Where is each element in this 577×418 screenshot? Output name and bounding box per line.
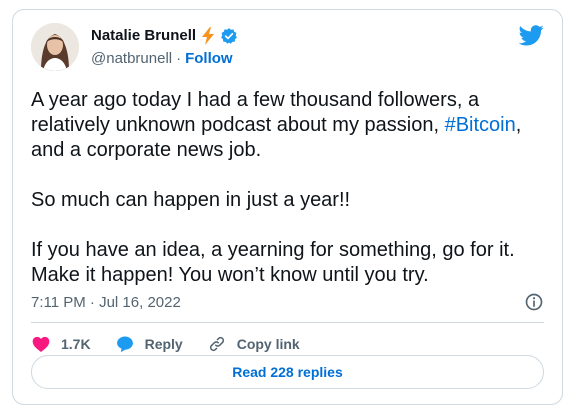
tweet-text: A year ago today I had a few thousand fo… xyxy=(31,88,551,288)
author-handle[interactable]: @natbrunell xyxy=(91,49,172,69)
avatar-image xyxy=(31,23,79,71)
heart-icon xyxy=(32,336,50,352)
reply-bubble-icon xyxy=(116,336,133,353)
reply-button[interactable]: Reply xyxy=(115,334,183,354)
read-replies-button[interactable]: Read 228 replies xyxy=(31,355,544,389)
link-icon xyxy=(209,336,224,352)
follow-button[interactable]: Follow xyxy=(185,49,233,69)
info-icon[interactable] xyxy=(524,292,544,312)
like-button[interactable]: 1.7K xyxy=(31,334,91,354)
tweet-timestamp[interactable]: 7:11 PM · Jul 16, 2022 xyxy=(31,293,181,313)
reply-label: Reply xyxy=(144,336,183,352)
author-name[interactable]: Natalie Brunell xyxy=(91,26,196,46)
handle-row: @natbrunell · Follow xyxy=(91,49,233,69)
copy-link-button[interactable]: Copy link xyxy=(207,334,300,354)
divider xyxy=(31,322,544,323)
avatar[interactable] xyxy=(31,23,79,71)
twitter-bird-icon[interactable] xyxy=(519,25,544,46)
lightning-bolt-icon xyxy=(202,27,215,45)
verified-badge-icon xyxy=(221,28,237,44)
like-count: 1.7K xyxy=(61,336,91,352)
tweet-text-part-2: , and a corporate news job. So much can … xyxy=(31,114,522,286)
hashtag-link[interactable]: #Bitcoin xyxy=(445,114,516,136)
tweet-card: Natalie Brunell @natbrunell · Follow A y… xyxy=(12,9,563,405)
tweet-text-part-1: A year ago today I had a few thousand fo… xyxy=(31,89,480,136)
separator-dot: · xyxy=(176,50,182,67)
author-name-row: Natalie Brunell xyxy=(91,26,238,46)
copy-link-label: Copy link xyxy=(236,336,300,352)
